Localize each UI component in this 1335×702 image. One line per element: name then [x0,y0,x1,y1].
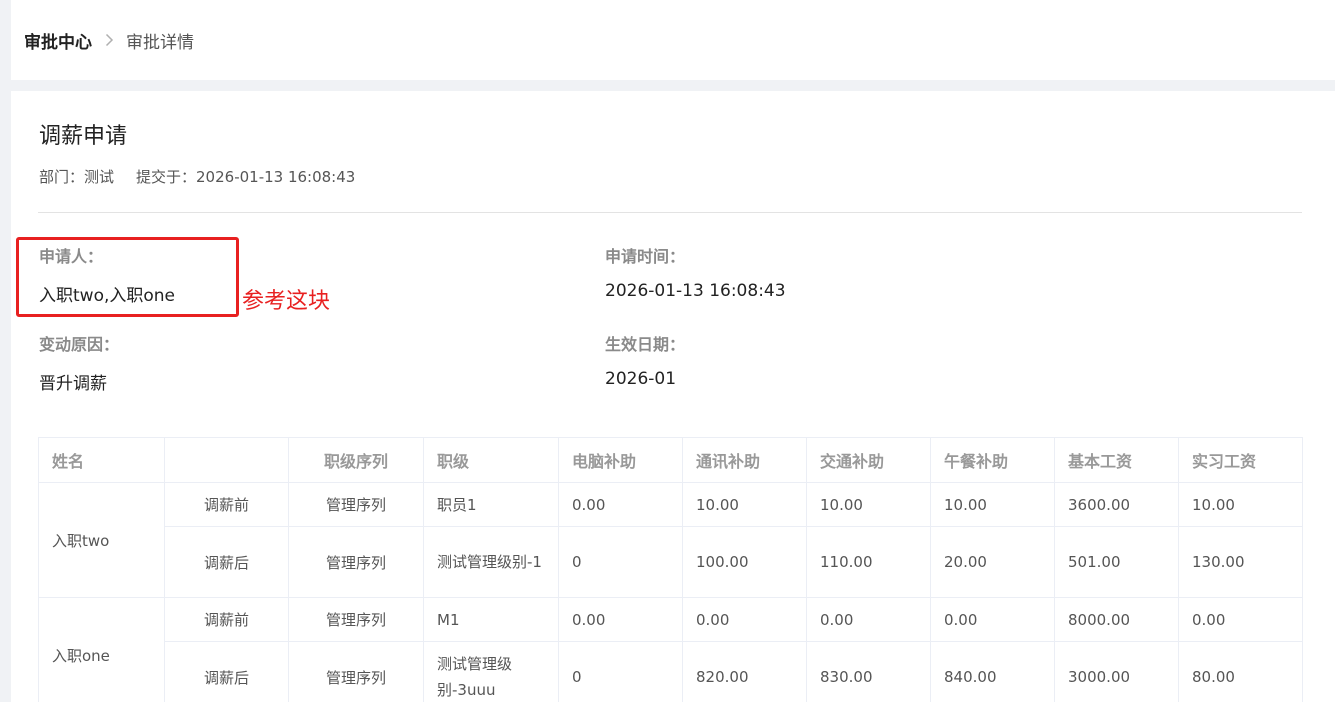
intern-salary-cell: 80.00 [1178,641,1303,702]
employee-name-cell: 入职two [38,482,165,598]
communication-allowance-cell: 820.00 [682,641,807,702]
header-job-sequence: 职级序列 [288,437,424,483]
salary-adjustment-table: 姓名 职级序列 职级 电脑补助 通讯补助 交通补助 午餐补助 基本工资 实习工资… [38,437,1303,702]
computer-allowance-cell: 0.00 [558,597,683,642]
lunch-allowance-cell: 10.00 [930,482,1055,527]
base-salary-cell: 3600.00 [1054,482,1179,527]
stage-cell: 调薪前 [164,482,289,527]
reason-label: 变动原因： [39,335,120,354]
table-row: 调薪后 管理序列 测试管理级别-3uuu 0 820.00 830.00 840… [39,641,1303,702]
job-sequence-cell: 管理序列 [288,482,424,527]
detail-card: 调薪申请 部门：测试 提交于：2026-01-13 16:08:43 申请人： 入… [11,91,1335,702]
effective-date-label: 生效日期： [605,335,686,354]
page-title: 调薪申请 [39,124,128,149]
traffic-allowance-cell: 10.00 [806,482,931,527]
breadcrumb-root[interactable]: 审批中心 [24,28,92,53]
job-level-cell: 测试管理级别-3uuu [423,641,559,702]
base-salary-cell: 3000.00 [1054,641,1179,702]
computer-allowance-cell: 0.00 [558,482,683,527]
apply-time-value: 2026-01-13 16:08:43 [605,281,786,301]
traffic-allowance-cell: 110.00 [806,526,931,598]
header-base-salary: 基本工资 [1054,437,1179,483]
stage-cell: 调薪后 [164,526,289,598]
base-salary-cell: 8000.00 [1054,597,1179,642]
submission-meta: 部门：测试 提交于：2026-01-13 16:08:43 [39,166,355,187]
communication-allowance-cell: 0.00 [682,597,807,642]
job-sequence-cell: 管理序列 [288,526,424,598]
stage-cell: 调薪后 [164,641,289,702]
communication-allowance-cell: 100.00 [682,526,807,598]
intern-salary-cell: 10.00 [1178,482,1303,527]
table-row: 入职one 调薪前 管理序列 M1 0.00 0.00 0.00 0.00 80… [38,597,1303,702]
job-sequence-cell: 管理序列 [288,641,424,702]
header-stage [164,437,289,483]
lunch-allowance-cell: 840.00 [930,641,1055,702]
breadcrumb-current: 审批详情 [126,32,194,53]
reason-value: 晋升调薪 [39,374,107,394]
divider [38,212,1302,213]
department-text: 部门：测试 [39,168,115,186]
job-level-cell: 测试管理级别-1 [423,526,559,598]
header-computer-allowance: 电脑补助 [558,437,683,483]
computer-allowance-cell: 0 [558,641,683,702]
annotation-note: 参考这块 [242,289,331,314]
chevron-right-icon [105,33,114,47]
lunch-allowance-cell: 0.00 [930,597,1055,642]
traffic-allowance-cell: 830.00 [806,641,931,702]
table-header-row: 姓名 职级序列 职级 电脑补助 通讯补助 交通补助 午餐补助 基本工资 实习工资 [38,437,1303,483]
header-communication-allowance: 通讯补助 [682,437,807,483]
table-row: 调薪后 管理序列 测试管理级别-1 0 100.00 110.00 20.00 … [39,526,1303,598]
header-intern-salary: 实习工资 [1178,437,1303,483]
effective-date-value: 2026-01 [605,369,677,389]
base-salary-cell: 501.00 [1054,526,1179,598]
lunch-allowance-cell: 20.00 [930,526,1055,598]
job-level-cell: M1 [423,597,559,642]
intern-salary-cell: 130.00 [1178,526,1303,598]
computer-allowance-cell: 0 [558,526,683,598]
job-level-cell: 职员1 [423,482,559,527]
apply-time-label: 申请时间： [605,247,686,266]
intern-salary-cell: 0.00 [1178,597,1303,642]
breadcrumb-bar: 审批中心 审批详情 [11,0,1335,80]
header-name: 姓名 [38,437,165,483]
header-traffic-allowance: 交通补助 [806,437,931,483]
header-lunch-allowance: 午餐补助 [930,437,1055,483]
table-row: 入职two 调薪前 管理序列 职员1 0.00 10.00 10.00 10.0… [38,482,1303,598]
communication-allowance-cell: 10.00 [682,482,807,527]
submitted-time-text: 提交于：2026-01-13 16:08:43 [136,168,356,186]
job-sequence-cell: 管理序列 [288,597,424,642]
stage-cell: 调薪前 [164,597,289,642]
header-job-level: 职级 [423,437,559,483]
traffic-allowance-cell: 0.00 [806,597,931,642]
employee-name-cell: 入职one [38,597,165,702]
annotation-highlight-box [16,237,239,317]
